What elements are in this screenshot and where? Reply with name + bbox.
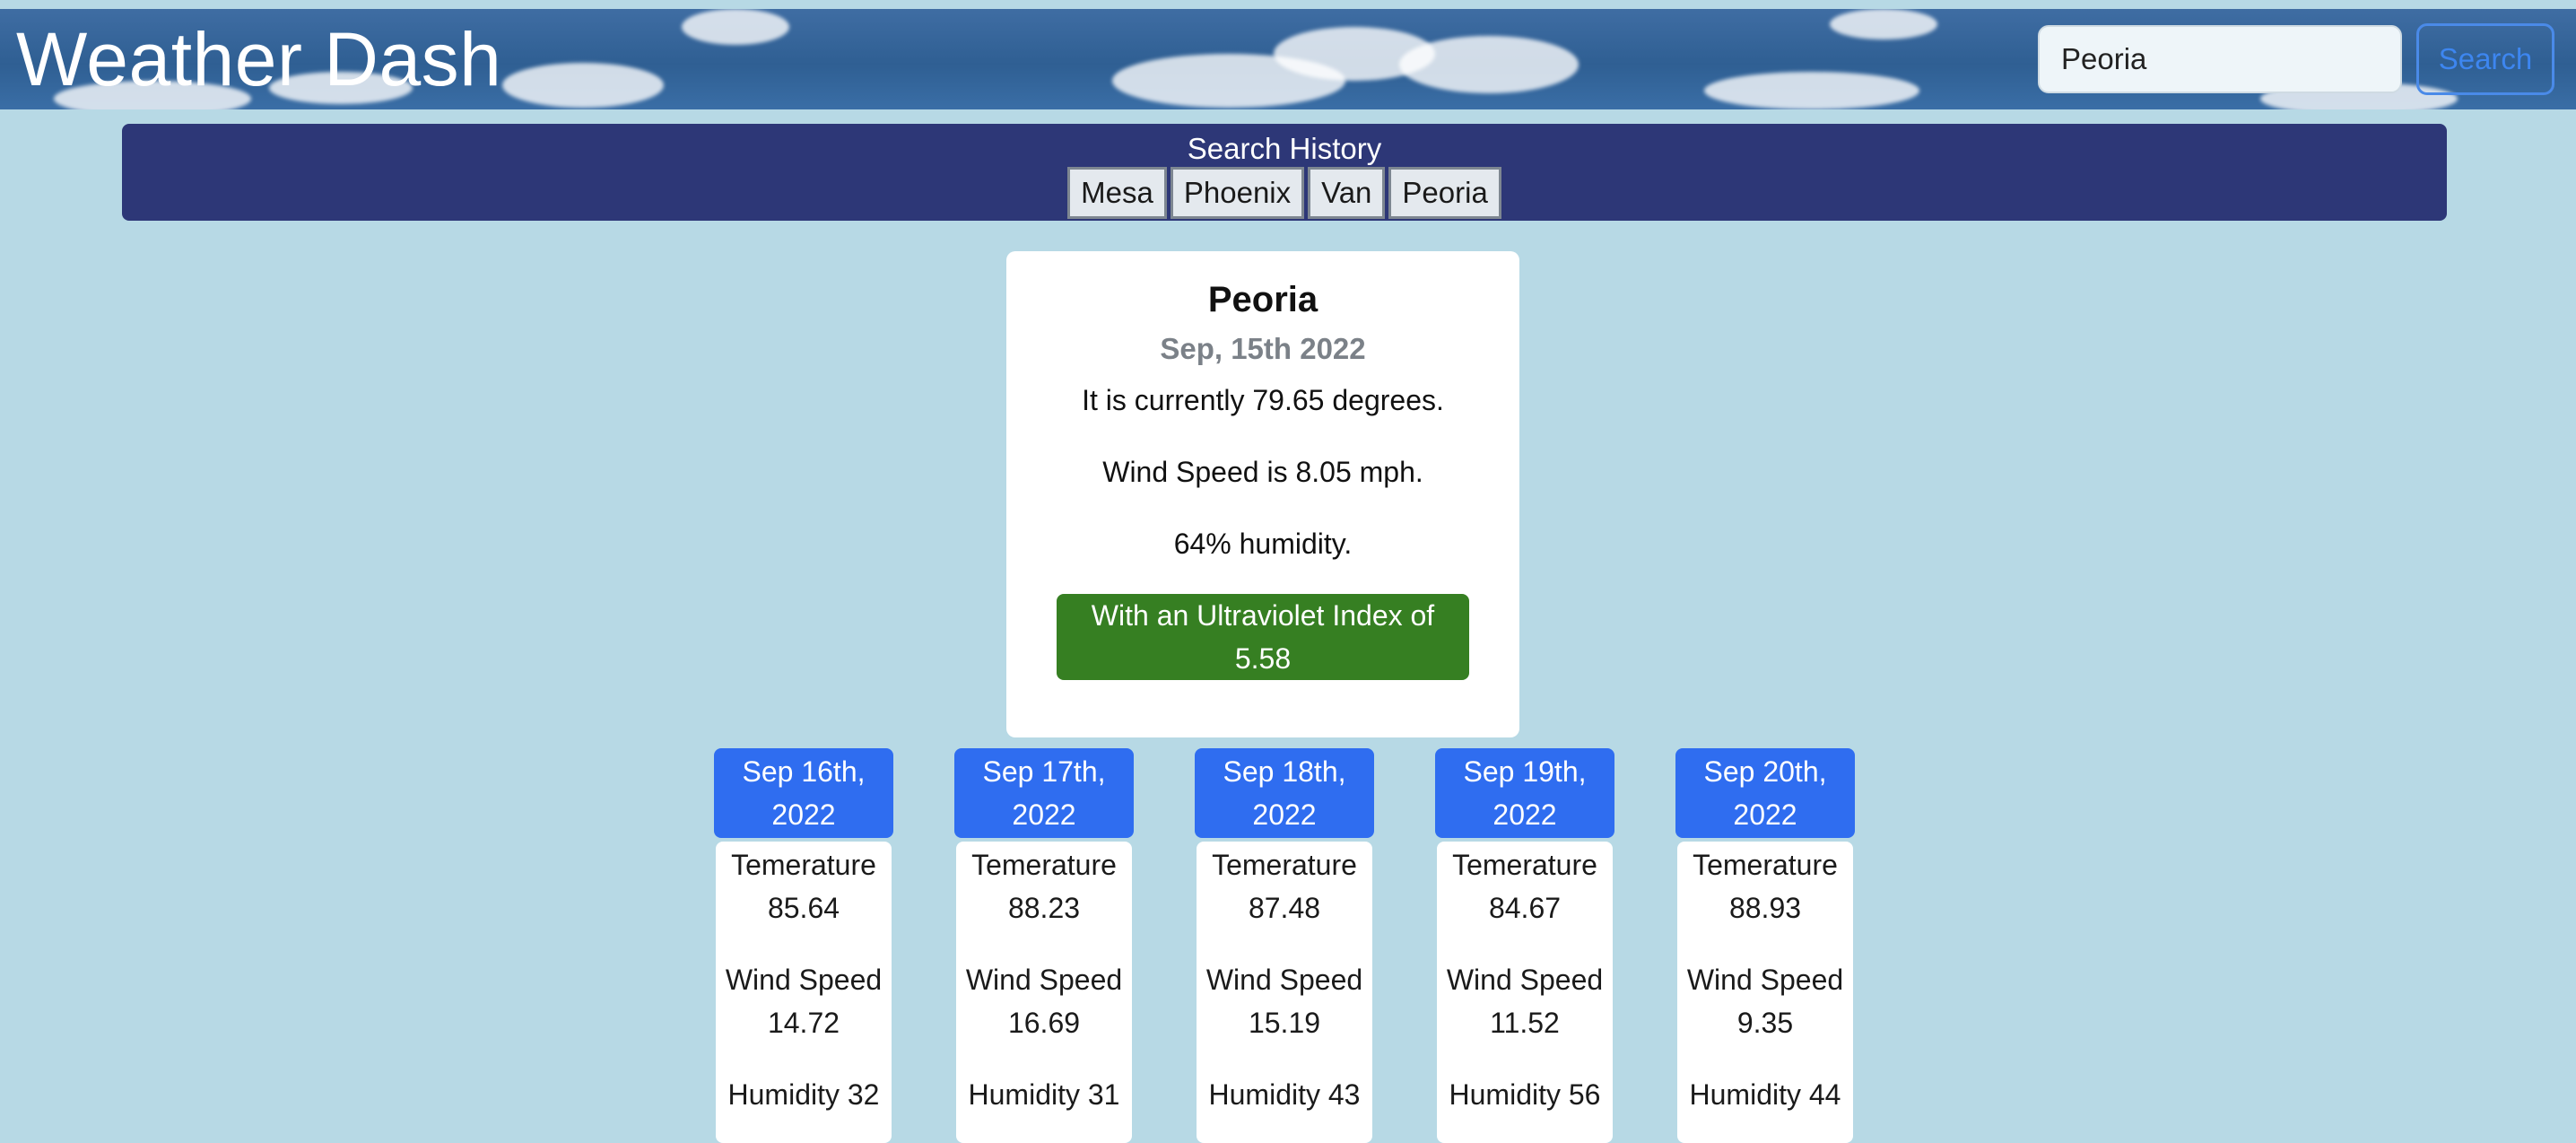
cloud-decoration [1830, 9, 1937, 39]
forecast-temp-value: 88.23 [1007, 892, 1081, 924]
search-history-list: Mesa Phoenix Van Peoria [122, 167, 2447, 219]
current-humidity: 64% humidity. [1173, 528, 1353, 560]
forecast-date: Sep 17th, 2022 [954, 748, 1134, 838]
forecast-temp-value: 87.48 [1248, 892, 1321, 924]
uv-index-label: With an Ultraviolet Index of [1091, 599, 1435, 632]
search-history-panel: Search History Mesa Phoenix Van Peoria [122, 124, 2447, 221]
forecast-date-line: Sep 16th, [742, 755, 866, 788]
history-item-button[interactable]: Van [1308, 167, 1386, 219]
forecast-date-year: 2022 [1733, 798, 1797, 831]
forecast-date-year: 2022 [1012, 798, 1076, 831]
forecast-humidity: Humidity 44 [1689, 1078, 1841, 1111]
uv-index-badge: With an Ultraviolet Index of 5.58 [1057, 594, 1469, 680]
forecast-date-year: 2022 [771, 798, 836, 831]
history-item-button[interactable]: Phoenix [1170, 167, 1305, 219]
forecast-date: Sep 19th, 2022 [1435, 748, 1614, 838]
forecast-wind-value: 11.52 [1490, 1007, 1560, 1039]
forecast-temp-value: 84.67 [1488, 892, 1562, 924]
forecast-date: Sep 20th, 2022 [1675, 748, 1855, 838]
current-wind-speed: Wind Speed is 8.05 mph. [1102, 456, 1423, 488]
forecast-details: Temerature 84.67 Wind Speed 11.52 Humidi… [1437, 842, 1613, 1143]
forecast-wind-value: 9.35 [1736, 1007, 1794, 1039]
forecast-card: Sep 20th, 2022 Temerature 88.93 Wind Spe… [1675, 748, 1855, 1143]
current-temperature: It is currently 79.65 degrees. [1082, 384, 1444, 416]
header-banner: Weather Dash Search [0, 9, 2576, 109]
forecast-humidity: Humidity 43 [1208, 1078, 1361, 1111]
forecast-temp-value: 85.64 [767, 892, 840, 924]
cloud-decoration [682, 9, 789, 45]
forecast-wind-label: Wind Speed [1686, 964, 1844, 996]
forecast-card: Sep 17th, 2022 Temerature 88.23 Wind Spe… [954, 748, 1134, 1143]
forecast-humidity: Humidity 32 [727, 1078, 880, 1111]
forecast-card: Sep 18th, 2022 Temerature 87.48 Wind Spe… [1195, 748, 1374, 1143]
history-item-button[interactable]: Mesa [1067, 167, 1167, 219]
forecast-wind-value: 14.72 [767, 1007, 840, 1039]
forecast-humidity: Humidity 56 [1449, 1078, 1601, 1111]
forecast-temp-label: Temerature [1452, 849, 1597, 881]
search-button[interactable]: Search [2416, 23, 2554, 95]
forecast-wind-label: Wind Speed [965, 964, 1123, 996]
forecast-wind-label: Wind Speed [725, 964, 883, 996]
forecast-date-year: 2022 [1252, 798, 1317, 831]
forecast-temp-value: 88.93 [1728, 892, 1802, 924]
forecast-date-line: Sep 20th, [1703, 755, 1827, 788]
forecast-details: Temerature 85.64 Wind Speed 14.72 Humidi… [716, 842, 892, 1143]
history-item-button[interactable]: Peoria [1388, 167, 1501, 219]
forecast-details: Temerature 88.23 Wind Speed 16.69 Humidi… [956, 842, 1132, 1143]
cloud-decoration [1704, 72, 1919, 109]
forecast-temp-label: Temerature [731, 849, 876, 881]
forecast-wind-value: 15.19 [1248, 1007, 1321, 1039]
forecast-date: Sep 16th, 2022 [714, 748, 893, 838]
forecast-date-year: 2022 [1493, 798, 1557, 831]
forecast-wind-value: 16.69 [1007, 1007, 1081, 1039]
forecast-temp-label: Temerature [1693, 849, 1838, 881]
forecast-date-line: Sep 18th, [1223, 755, 1346, 788]
forecast-humidity: Humidity 31 [968, 1078, 1120, 1111]
forecast-date-line: Sep 17th, [982, 755, 1106, 788]
cloud-decoration [1399, 36, 1579, 93]
uv-index-value: 5.58 [1234, 642, 1292, 675]
forecast-wind-label: Wind Speed [1446, 964, 1604, 996]
forecast-temp-label: Temerature [1212, 849, 1357, 881]
current-date: Sep, 15th 2022 [1160, 332, 1366, 365]
forecast-date-line: Sep 19th, [1463, 755, 1587, 788]
forecast-temp-label: Temerature [971, 849, 1117, 881]
city-name: Peoria [1207, 280, 1318, 319]
forecast-date: Sep 18th, 2022 [1195, 748, 1374, 838]
cloud-decoration [502, 63, 664, 108]
current-weather-card: Peoria Sep, 15th 2022 It is currently 79… [1006, 251, 1519, 737]
forecast-details: Temerature 87.48 Wind Speed 15.19 Humidi… [1197, 842, 1372, 1143]
search-history-title: Search History [1187, 132, 1382, 165]
search-input[interactable] [2038, 25, 2402, 93]
app-title: Weather Dash [16, 17, 502, 101]
forecast-card: Sep 19th, 2022 Temerature 84.67 Wind Spe… [1435, 748, 1614, 1143]
forecast-card: Sep 16th, 2022 Temerature 85.64 Wind Spe… [714, 748, 893, 1143]
forecast-details: Temerature 88.93 Wind Speed 9.35 Humidit… [1677, 842, 1853, 1143]
forecast-wind-label: Wind Speed [1205, 964, 1363, 996]
